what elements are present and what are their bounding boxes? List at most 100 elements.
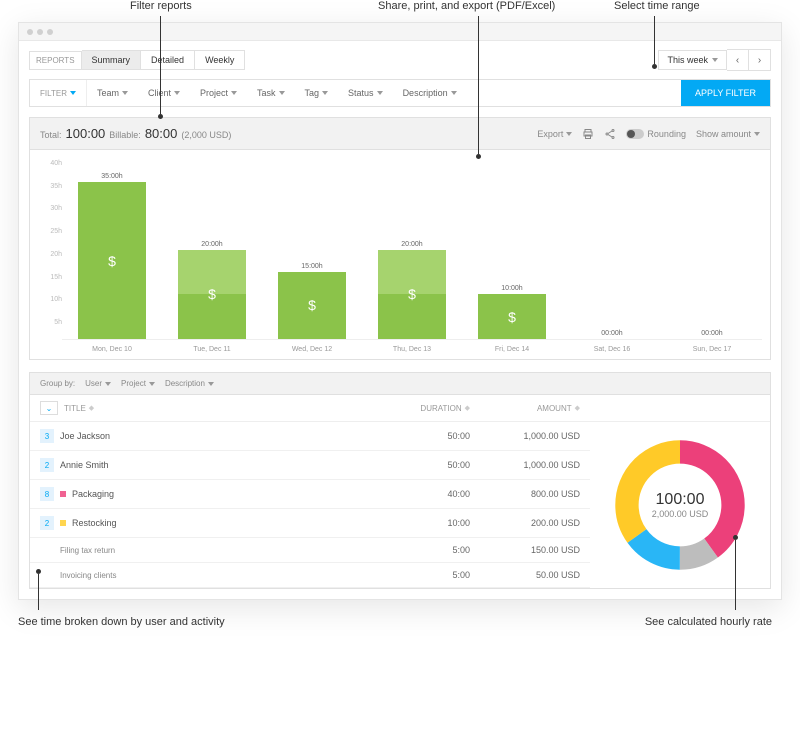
table-row[interactable]: 8Packaging40:00800.00 USD	[30, 480, 590, 509]
row-amount: 150.00 USD	[470, 545, 580, 555]
filter-description[interactable]: Description	[393, 80, 681, 106]
row-title: Restocking	[72, 518, 380, 528]
bar-value-label: 10:00h	[462, 285, 562, 292]
tab-summary[interactable]: Summary	[82, 50, 142, 70]
row-amount: 1,000.00 USD	[470, 460, 580, 470]
x-label: Mon, Dec 10	[62, 340, 162, 353]
filter-label: FILTER	[30, 80, 87, 106]
dollar-icon: $	[408, 286, 416, 302]
tab-weekly[interactable]: Weekly	[195, 50, 245, 70]
filter-client[interactable]: Client	[138, 80, 190, 106]
x-label: Sun, Dec 17	[662, 340, 762, 353]
th-duration[interactable]: DURATION	[420, 404, 461, 413]
row-duration: 50:00	[380, 460, 470, 470]
table-row[interactable]: 2Restocking10:00200.00 USD	[30, 509, 590, 538]
row-duration: 40:00	[380, 489, 470, 499]
group-project[interactable]: Project	[121, 379, 155, 388]
group-user[interactable]: User	[85, 379, 111, 388]
row-duration: 5:00	[380, 545, 470, 555]
rounding-toggle[interactable]: Rounding	[626, 129, 686, 139]
bar[interactable]: $	[378, 250, 446, 340]
app-window: REPORTS Summary Detailed Weekly This wee…	[18, 22, 782, 600]
billable-label: Billable:	[109, 130, 141, 140]
dollar-icon: $	[308, 297, 316, 313]
bar-column: 20:00h$	[362, 160, 462, 339]
y-tick: 10h	[38, 296, 62, 303]
total-value: 100:00	[66, 126, 106, 141]
export-button[interactable]: Export	[537, 129, 572, 139]
callout-share: Share, print, and export (PDF/Excel)	[378, 0, 555, 12]
th-title[interactable]: TITLE	[64, 404, 86, 413]
share-icon	[604, 128, 616, 140]
filter-task[interactable]: Task	[247, 80, 295, 106]
print-button[interactable]	[582, 128, 594, 140]
chevron-down-icon	[712, 58, 718, 62]
table-row[interactable]: Filing tax return5:00150.00 USD	[30, 538, 590, 563]
share-button[interactable]	[604, 128, 616, 140]
y-tick: 35h	[38, 183, 62, 190]
chevron-down-icon	[70, 91, 76, 95]
callout-timerange: Select time range	[614, 0, 700, 12]
y-tick: 5h	[38, 319, 62, 326]
callout-rate: See calculated hourly rate	[645, 616, 772, 628]
callout-breakdown: See time broken down by user and activit…	[18, 616, 225, 628]
show-amount-button[interactable]: Show amount	[696, 129, 760, 139]
bar[interactable]: $	[278, 272, 346, 339]
apply-filter-button[interactable]: APPLY FILTER	[681, 80, 770, 106]
bar-column: 00:00h	[662, 160, 762, 339]
bar-value-label: 20:00h	[162, 241, 262, 248]
project-color-icon	[60, 520, 66, 526]
group-label: Group by:	[40, 379, 75, 388]
table-row[interactable]: Invoicing clients5:0050.00 USD	[30, 563, 590, 588]
group-bar: Group by: User Project Description	[30, 373, 770, 395]
bar[interactable]: $	[78, 182, 146, 339]
bar-value-label: 00:00h	[562, 330, 662, 337]
filter-status[interactable]: Status	[338, 80, 393, 106]
count-badge: 2	[40, 516, 54, 530]
callout-filter: Filter reports	[130, 0, 192, 12]
filter-project[interactable]: Project	[190, 80, 247, 106]
row-title: Invoicing clients	[60, 571, 380, 580]
row-duration: 10:00	[380, 518, 470, 528]
y-tick: 15h	[38, 274, 62, 281]
row-amount: 1,000.00 USD	[470, 431, 580, 441]
dollar-icon: $	[508, 309, 516, 325]
time-range-next[interactable]: ›	[749, 49, 771, 71]
totals-bar: Total: 100:00 Billable: 80:00 (2,000 USD…	[29, 117, 771, 149]
x-label: Wed, Dec 12	[262, 340, 362, 353]
tab-detailed[interactable]: Detailed	[141, 50, 195, 70]
bar-column: 35:00h $	[62, 160, 162, 339]
row-duration: 50:00	[380, 431, 470, 441]
time-range-picker: This week ‹ ›	[658, 49, 771, 71]
time-range-button[interactable]: This week	[658, 50, 727, 70]
filter-bar: FILTER Team Client Project Task Tag Stat…	[29, 79, 771, 107]
time-range-prev[interactable]: ‹	[727, 49, 749, 71]
row-title: Joe Jackson	[60, 431, 380, 441]
table-header: ⌄ TITLE◆ DURATION◆ AMOUNT◆	[30, 395, 770, 422]
bar-column: 10:00h $	[462, 160, 562, 339]
breakdown-section: Group by: User Project Description ⌄ TIT…	[29, 372, 771, 589]
bar-value-label: 35:00h	[62, 173, 162, 180]
filter-tag[interactable]: Tag	[295, 80, 339, 106]
donut-time: 100:00	[656, 491, 705, 509]
expand-all-button[interactable]: ⌄	[40, 401, 58, 415]
table-row[interactable]: 2 Annie Smith50:001,000.00 USD	[30, 451, 590, 480]
x-label: Sat, Dec 16	[562, 340, 662, 353]
bar-value-label: 00:00h	[662, 330, 762, 337]
count-badge: 2	[40, 458, 54, 472]
bar[interactable]: $	[478, 294, 546, 339]
row-duration: 5:00	[380, 570, 470, 580]
bar[interactable]: $	[178, 250, 246, 340]
dollar-icon: $	[208, 286, 216, 302]
x-label: Fri, Dec 14	[462, 340, 562, 353]
y-tick: 20h	[38, 251, 62, 258]
filter-team[interactable]: Team	[87, 80, 138, 106]
th-amount[interactable]: AMOUNT	[537, 404, 572, 413]
total-label: Total:	[40, 130, 62, 140]
row-title: Annie Smith	[60, 460, 380, 470]
row-title: Packaging	[72, 489, 380, 499]
bar-column: 15:00h$	[262, 160, 362, 339]
donut-amount: 2,000.00 USD	[652, 509, 709, 519]
group-description[interactable]: Description	[165, 379, 214, 388]
table-row[interactable]: 3Joe Jackson50:001,000.00 USD	[30, 422, 590, 451]
